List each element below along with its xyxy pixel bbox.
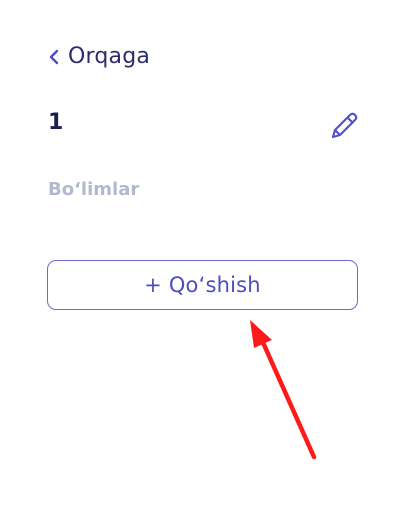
- chevron-left-icon: [48, 49, 60, 65]
- section-label: Bo‘limlar: [48, 179, 140, 200]
- annotation-arrow: [250, 320, 317, 460]
- edit-button[interactable]: [326, 110, 362, 146]
- back-link[interactable]: Orqaga: [48, 44, 150, 69]
- add-button[interactable]: + Qo‘shish: [47, 260, 358, 310]
- pencil-icon: [327, 109, 361, 147]
- back-label: Orqaga: [68, 44, 151, 69]
- page: Orqaga 1 Bo‘limlar + Qo‘shish: [0, 0, 399, 507]
- page-title: 1: [48, 110, 64, 135]
